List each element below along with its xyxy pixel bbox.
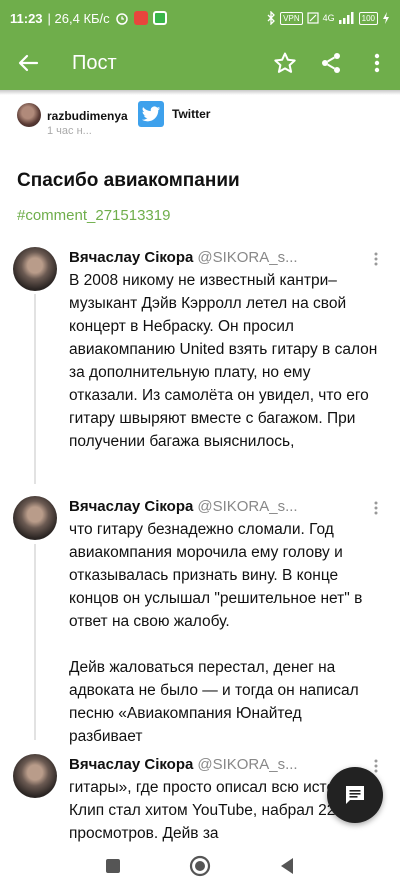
twitter-icon <box>138 101 164 127</box>
tweet-card[interactable]: Вячаслау Сікора @SIKORA_s... В 2008 ником… <box>13 247 388 450</box>
tweet-text: что гитару безнадежно сломали. Год авиак… <box>69 521 363 745</box>
battery-level: 100 <box>358 11 378 25</box>
author-avatar[interactable] <box>17 103 41 127</box>
comments-fab[interactable] <box>327 767 383 823</box>
tweet-text: В 2008 никому не известный кантри–музыка… <box>69 272 378 450</box>
charging-icon <box>382 12 390 24</box>
share-button[interactable] <box>308 36 354 90</box>
author-name[interactable]: razbudimenya <box>47 108 128 124</box>
back-nav-button[interactable] <box>267 846 307 886</box>
signal-icon <box>338 12 355 24</box>
tweet-avatar[interactable] <box>13 754 57 798</box>
post-title: Спасибо авиакомпании <box>17 170 240 191</box>
more-options-button[interactable] <box>354 36 400 90</box>
source-name: Twitter <box>172 107 211 121</box>
status-bar: 11:23 | 26,4 КБ/с VPN 4G 100 <box>0 0 400 36</box>
status-speed: | 26,4 КБ/с <box>47 10 110 26</box>
recents-button[interactable] <box>93 846 133 886</box>
home-button[interactable] <box>180 846 220 886</box>
shield-notification-icon <box>152 11 167 25</box>
alarm-icon <box>115 11 129 25</box>
star-icon <box>274 52 296 73</box>
share-icon <box>322 53 340 73</box>
appbar-shadow <box>0 90 400 95</box>
home-circle-icon <box>189 855 211 877</box>
tweet-header: Вячаслау Сікора @SIKORA_s... <box>69 249 298 266</box>
recents-square-icon <box>106 859 121 873</box>
system-nav-bar <box>0 843 400 889</box>
tweet-header: Вячаслау Сікора @SIKORA_s... <box>69 498 298 515</box>
favorite-button[interactable] <box>262 36 308 90</box>
back-triangle-icon <box>280 858 293 874</box>
more-vert-icon <box>374 759 378 773</box>
sim-icon <box>307 12 319 24</box>
tweet-author-handle: @SIKORA_s... <box>197 756 298 773</box>
tweet-more-button[interactable] <box>366 249 386 269</box>
network-type: 4G <box>322 13 335 23</box>
more-vert-icon <box>374 53 380 73</box>
app-notification-icon <box>133 11 148 25</box>
status-time: 11:23 <box>10 10 43 26</box>
vpn-badge: VPN <box>280 11 303 25</box>
tweet-author-handle: @SIKORA_s... <box>197 249 298 266</box>
page-title: Пост <box>72 51 117 74</box>
tweet-author-name: Вячаслау Сікора <box>69 498 194 515</box>
tweet-more-button[interactable] <box>366 498 386 518</box>
tweet-header: Вячаслау Сікора @SIKORA_s... <box>69 756 298 773</box>
tweet-author-name: Вячаслау Сікора <box>69 756 194 773</box>
tweet-author-handle: @SIKORA_s... <box>197 498 298 515</box>
tweet-avatar[interactable] <box>13 496 57 540</box>
comment-icon <box>346 786 364 804</box>
back-arrow-icon <box>18 54 39 72</box>
more-vert-icon <box>374 252 378 266</box>
more-vert-icon <box>374 501 378 515</box>
tweet-author-name: Вячаслау Сікора <box>69 249 194 266</box>
app-bar: Пост <box>0 36 400 90</box>
tweet-avatar[interactable] <box>13 247 57 291</box>
bluetooth-icon <box>266 11 276 25</box>
hashtag-link[interactable]: #comment_271513319 <box>17 207 170 224</box>
back-button[interactable] <box>0 36 56 90</box>
post-author-block[interactable]: razbudimenya 1 час н... <box>17 103 128 138</box>
tweet-card[interactable]: Вячаслау Сікора @SIKORA_s... что гитару б… <box>13 496 388 745</box>
post-time: 1 час н... <box>47 125 92 137</box>
post-source[interactable]: Twitter <box>138 101 210 127</box>
